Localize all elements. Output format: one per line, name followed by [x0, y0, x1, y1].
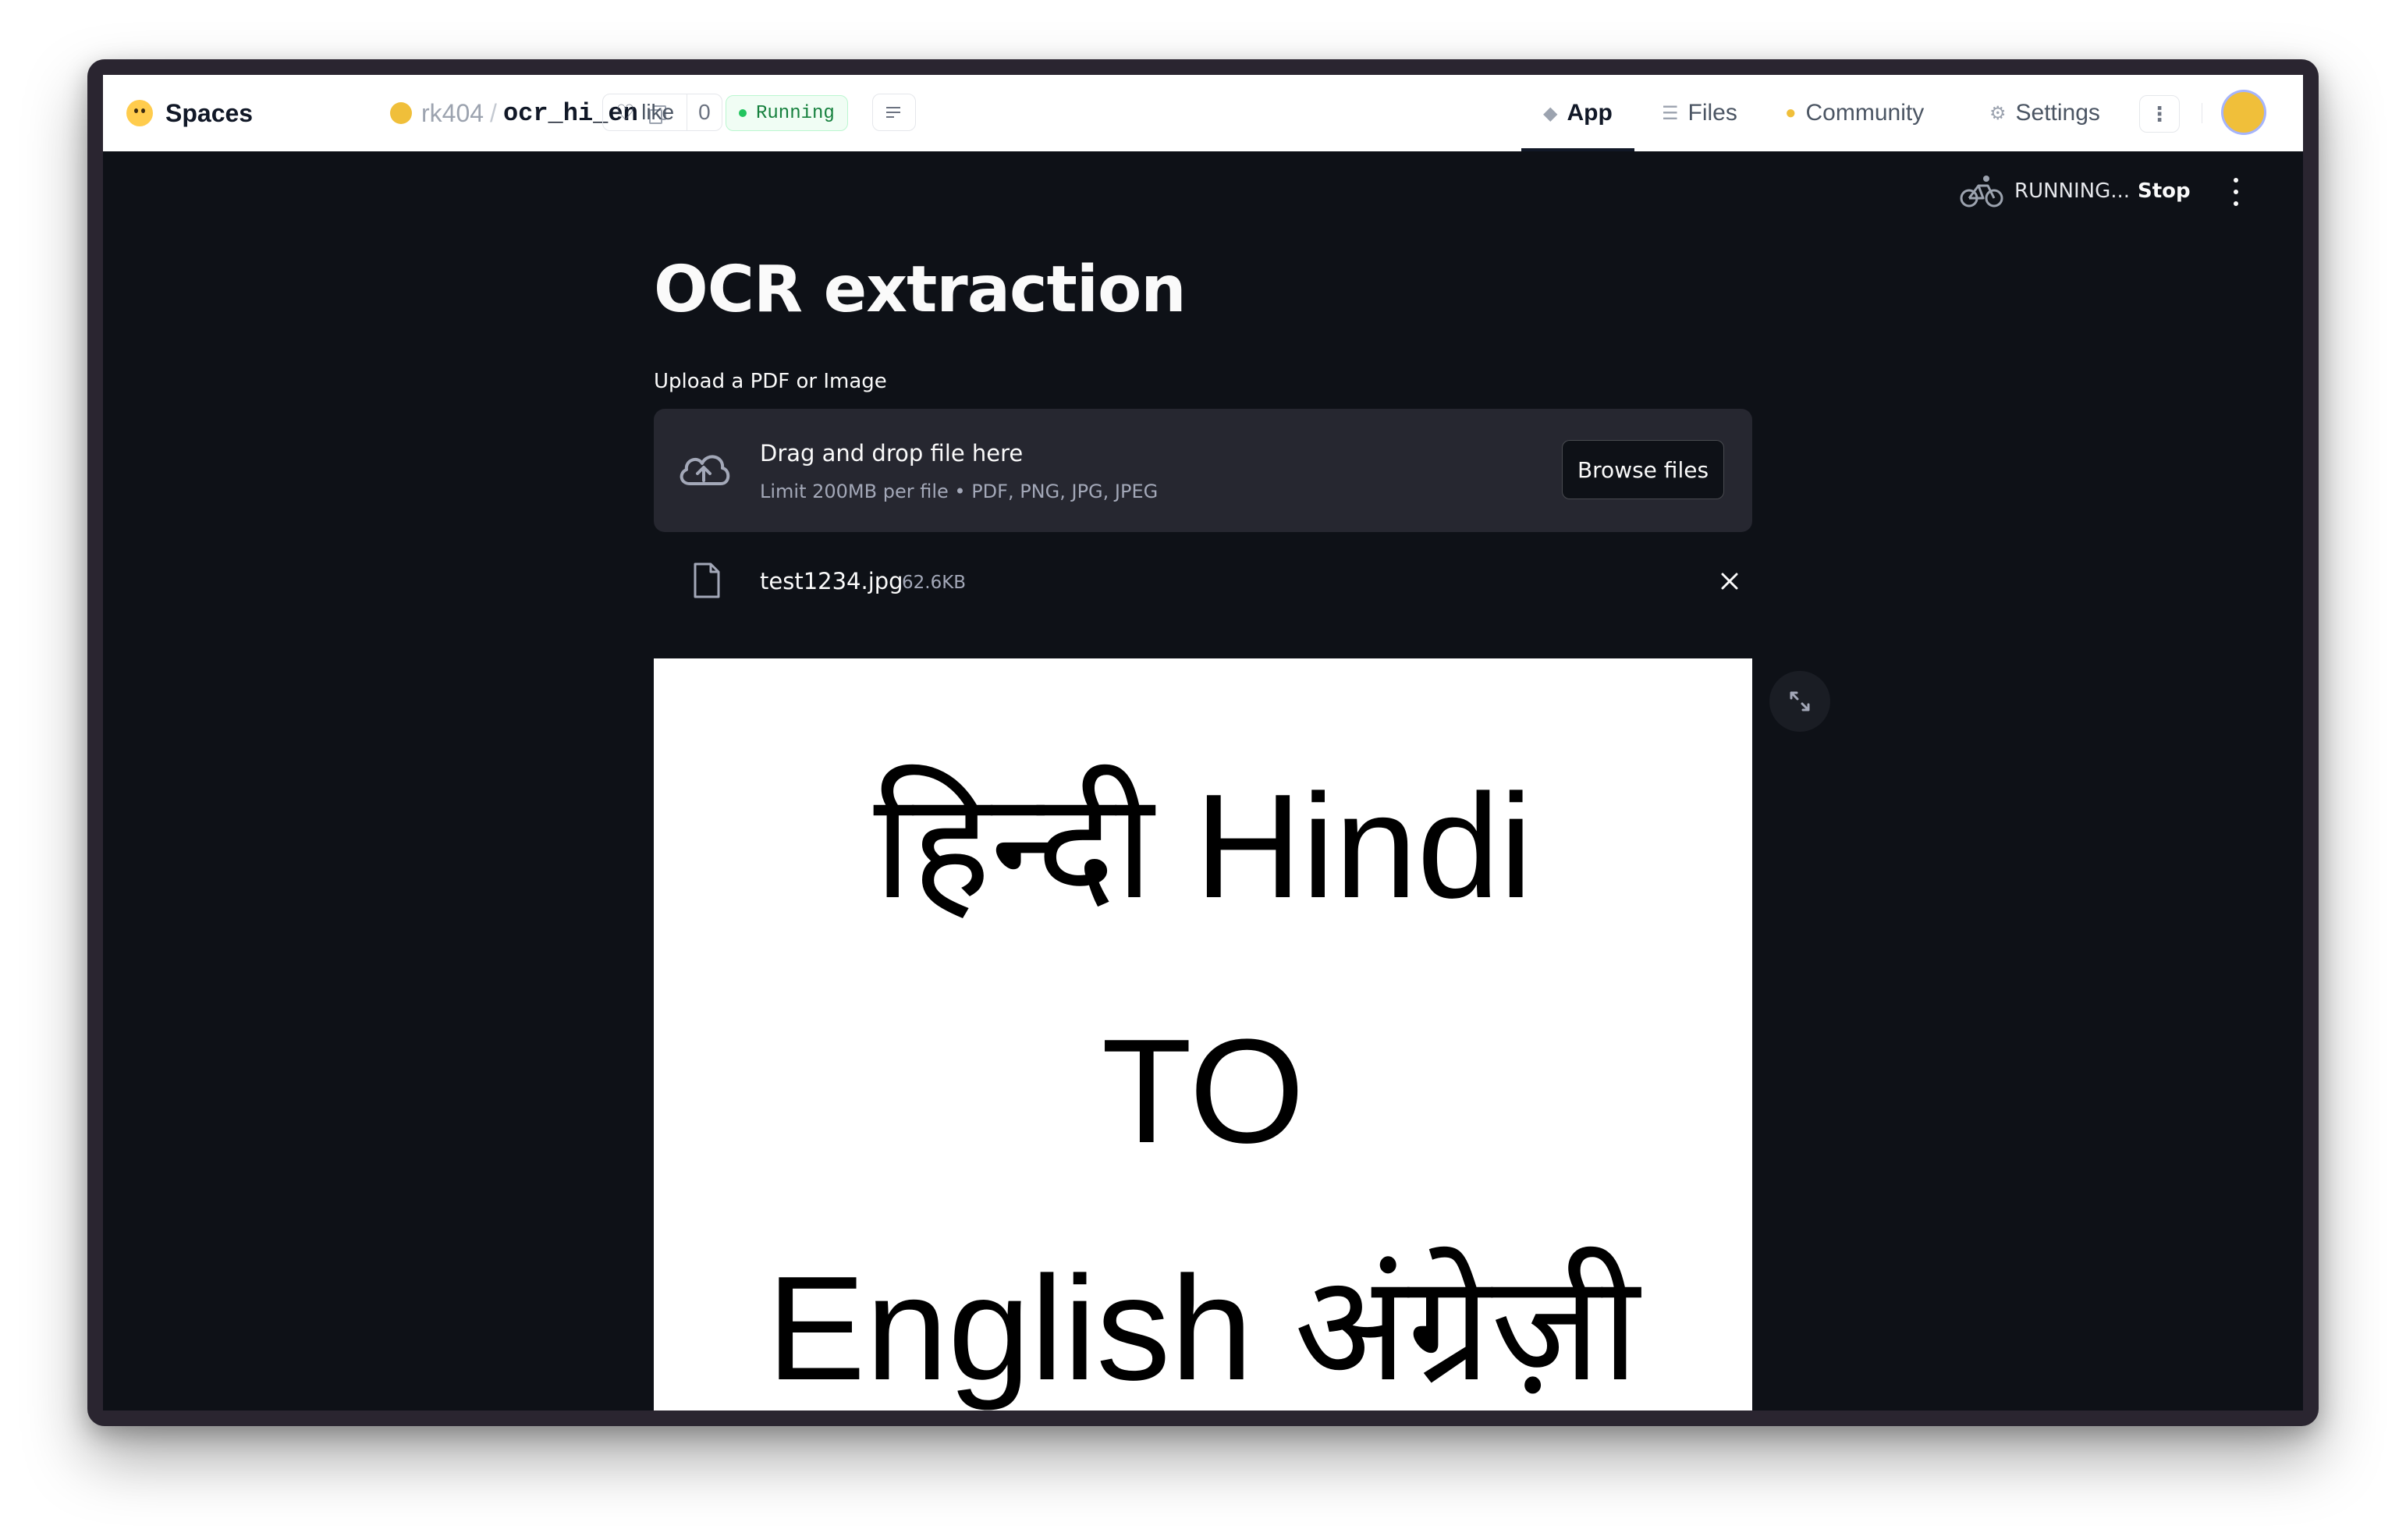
uploaded-file-size: 62.6KB [902, 573, 967, 593]
tab-files[interactable]: ☰ Files [1662, 75, 1737, 151]
more-vertical-icon: ⋮ [2149, 101, 2170, 126]
bicycle-icon [1960, 176, 2003, 208]
status-dot-icon [739, 109, 747, 117]
uploaded-file-name: test1234.jpg [760, 568, 903, 594]
window-content: Spaces rk404 / ocr_hi_en ♡ like 0 Runnin… [103, 75, 2303, 1410]
dropzone-limit: Limit 200MB per file • PDF, PNG, JPG, JP… [760, 481, 1159, 502]
spaces-home-link[interactable]: Spaces [126, 98, 253, 128]
files-icon: ☰ [1662, 102, 1679, 124]
owner-link[interactable]: rk404 [421, 99, 484, 128]
cloud-upload-icon [680, 455, 730, 485]
community-icon: ● [1785, 102, 1797, 123]
breadcrumb-separator: / [490, 98, 497, 127]
main-menu-icon[interactable] [2228, 175, 2244, 209]
tab-app[interactable]: ◆ App [1521, 75, 1634, 151]
file-dropzone[interactable]: Drag and drop file here Limit 200MB per … [654, 409, 1752, 532]
tab-community-label: Community [1805, 100, 1925, 126]
file-icon [694, 562, 720, 598]
like-count: 0 [698, 100, 711, 124]
tab-settings[interactable]: ⚙ Settings [1989, 75, 2100, 151]
owner-avatar [390, 102, 412, 124]
spaces-header: Spaces rk404 / ocr_hi_en ♡ like 0 Runnin… [103, 75, 2303, 152]
running-indicator: RUNNING... [1960, 172, 2130, 211]
heart-icon: ♡ [616, 100, 636, 125]
user-avatar[interactable] [2223, 92, 2264, 133]
tab-files-label: Files [1687, 100, 1737, 126]
tab-settings-label: Settings [2015, 100, 2100, 126]
expand-icon [1790, 691, 1810, 711]
page-title: OCR extraction [654, 253, 1187, 327]
upload-label: Upload a PDF or Image [654, 370, 887, 393]
hugging-face-logo-icon [126, 100, 153, 126]
list-icon [886, 106, 902, 119]
tab-app-label: App [1567, 100, 1613, 126]
image-text-line-3: English अंग्रेज़ी [766, 1246, 1640, 1410]
gear-icon: ⚙ [1989, 102, 2007, 124]
cube-icon: ◆ [1543, 102, 1558, 124]
browse-files-button[interactable]: Browse files [1562, 440, 1724, 499]
running-label: RUNNING... [2014, 179, 2131, 203]
like-button[interactable]: ♡ like 0 [602, 94, 722, 131]
tab-community[interactable]: ● Community [1785, 75, 1924, 151]
stop-button[interactable]: Stop [2138, 172, 2191, 211]
logs-button[interactable] [872, 94, 916, 131]
dropzone-title: Drag and drop file here [760, 440, 1024, 467]
spaces-label: Spaces [165, 98, 254, 127]
status-label: Running [756, 102, 835, 124]
app-area: RUNNING... Stop OCR extraction Upload a … [103, 151, 2303, 1410]
like-label: like [641, 100, 675, 124]
uploaded-image-preview: हिन्दी Hindi TO English अंग्रेज़ी [654, 658, 1752, 1410]
more-options-button[interactable]: ⋮ [2139, 95, 2180, 133]
browser-window: Spaces rk404 / ocr_hi_en ♡ like 0 Runnin… [87, 59, 2319, 1426]
image-text-line-2: TO [1101, 1009, 1305, 1174]
uploaded-file-row: test1234.jpg 62.6KB [654, 557, 1752, 619]
close-icon[interactable] [1718, 570, 1741, 593]
image-text-line-1: हिन्दी Hindi [873, 764, 1533, 929]
status-badge[interactable]: Running [726, 95, 848, 131]
fullscreen-button[interactable] [1769, 671, 1830, 732]
